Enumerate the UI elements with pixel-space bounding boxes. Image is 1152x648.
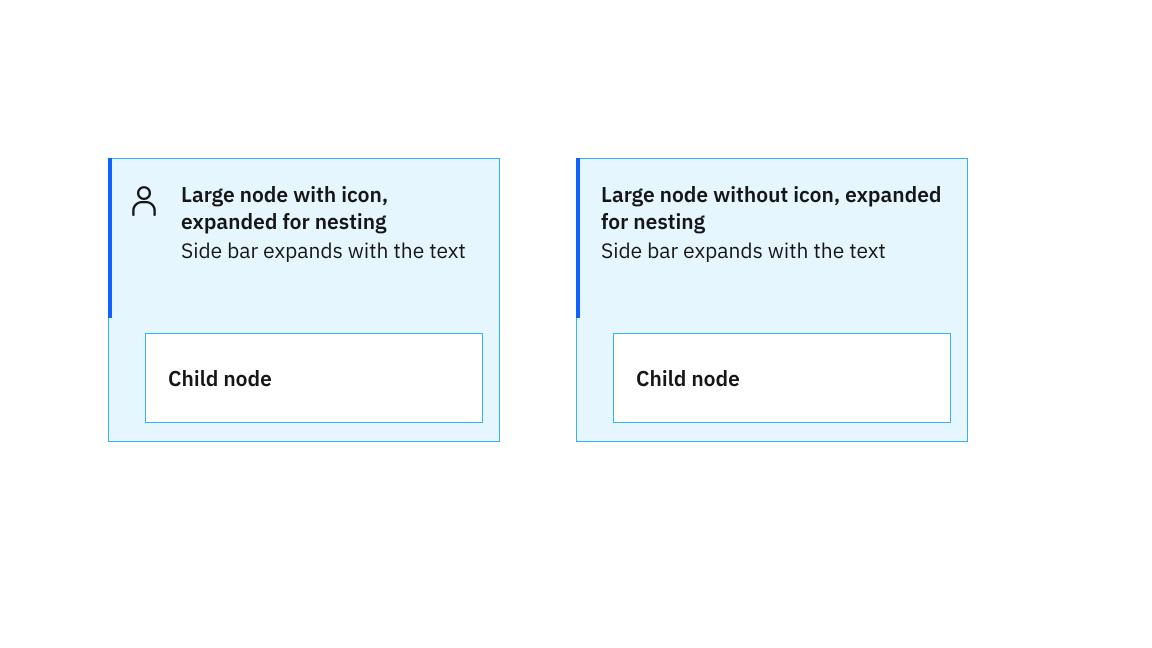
node-header: Large node without icon, expanded for ne… — [577, 159, 967, 264]
nested-area: Child node — [145, 333, 483, 423]
child-node-label: Child node — [168, 364, 272, 392]
node-header: Large node with icon, expanded for nesti… — [109, 159, 499, 264]
accent-sidebar — [576, 158, 580, 318]
child-node-label: Child node — [636, 364, 740, 392]
accent-sidebar — [108, 158, 112, 318]
child-node: Child node — [145, 333, 483, 423]
large-node-with-icon: Large node with icon, expanded for nesti… — [108, 158, 500, 442]
node-title: Large node with icon, expanded for nesti… — [181, 181, 475, 235]
large-node-without-icon: Large node without icon, expanded for ne… — [576, 158, 968, 442]
node-title: Large node without icon, expanded for ne… — [601, 181, 943, 235]
node-subtitle: Side bar expands with the text — [181, 237, 475, 264]
user-icon — [127, 183, 161, 217]
diagram-canvas: Large node with icon, expanded for nesti… — [0, 0, 1152, 648]
child-node: Child node — [613, 333, 951, 423]
node-subtitle: Side bar expands with the text — [601, 237, 943, 264]
node-text: Large node with icon, expanded for nesti… — [181, 181, 475, 264]
nested-area: Child node — [613, 333, 951, 423]
node-text: Large node without icon, expanded for ne… — [601, 181, 943, 264]
